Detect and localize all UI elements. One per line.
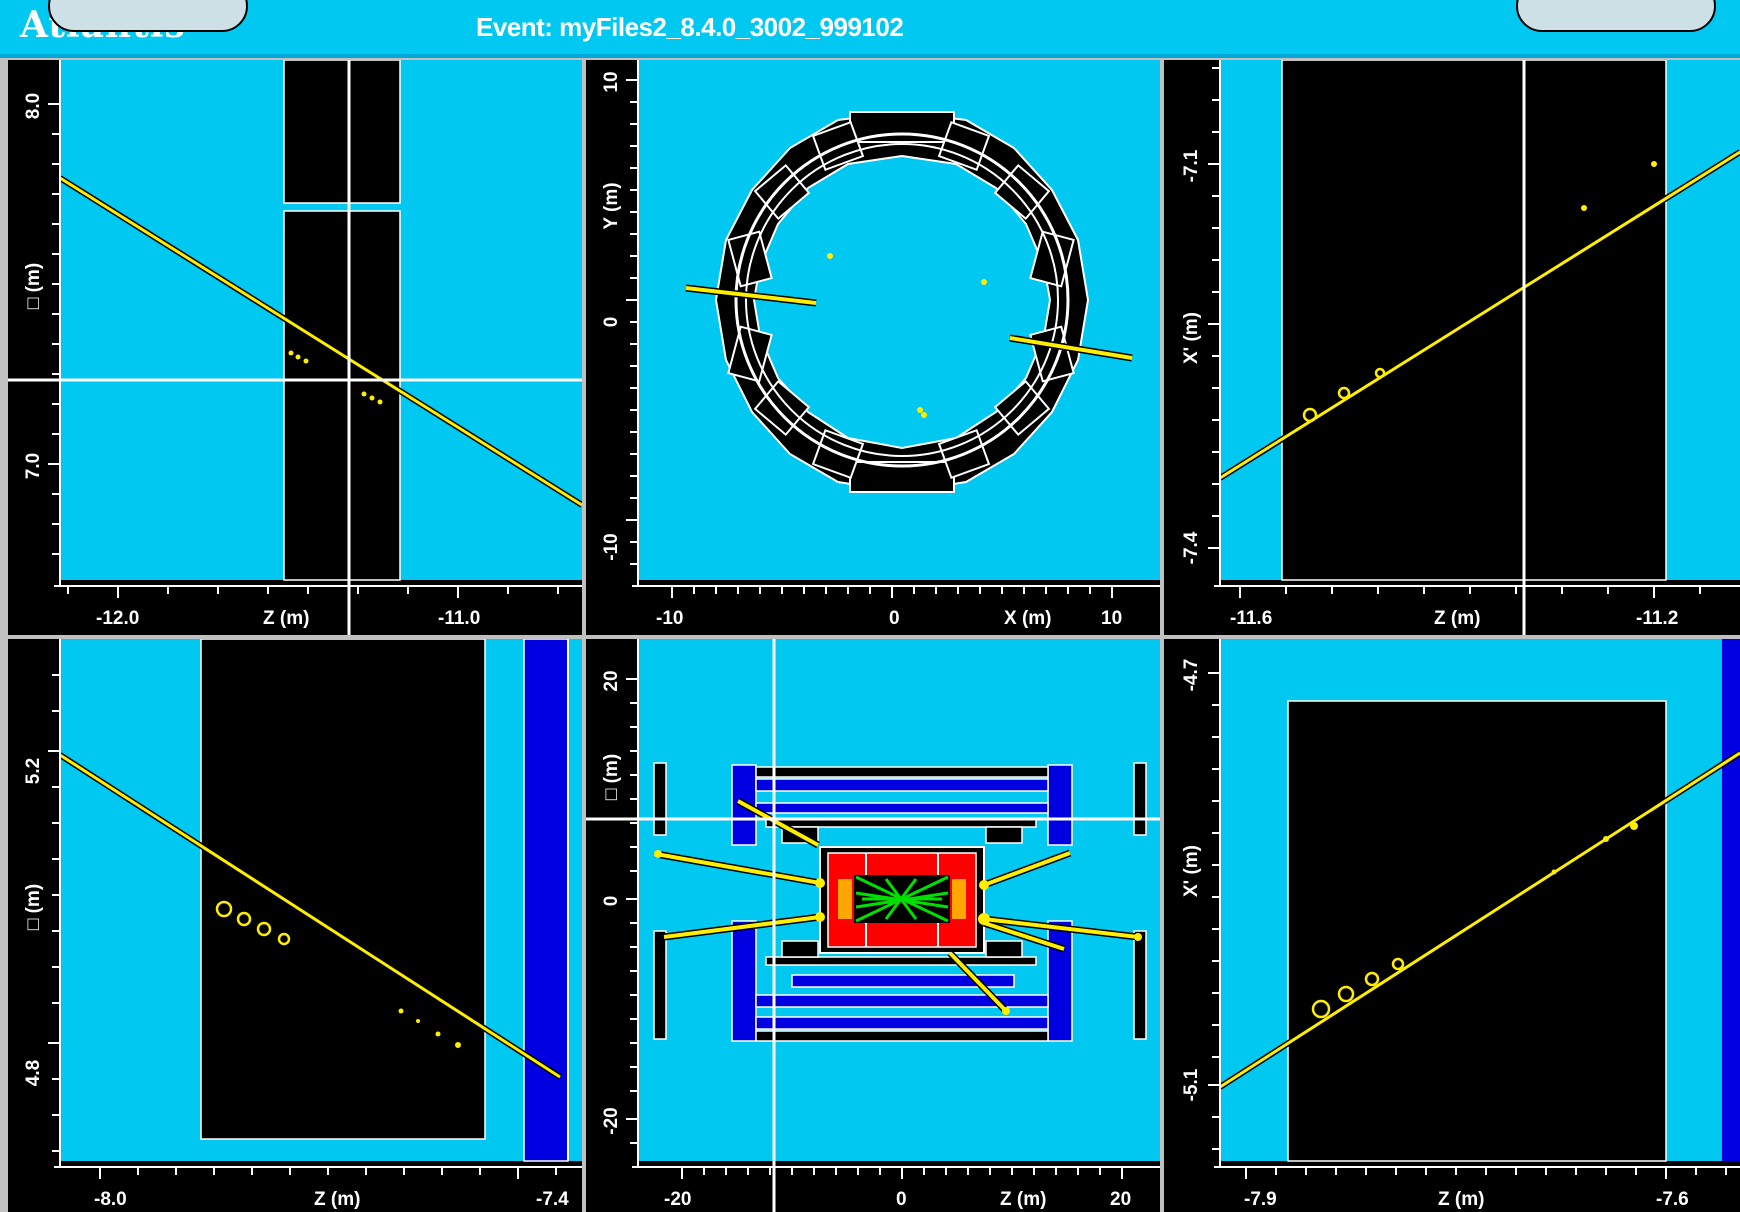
panel-bottom-right-canvas xyxy=(1208,639,1740,1179)
x-axis-label: Z (m) xyxy=(263,608,310,629)
panel-top-right-zoom[interactable]: -7.1 X' (m) -7.4 -11.6 Z (m) -11.2 xyxy=(1164,60,1740,635)
x-tick-label: -11.6 xyxy=(1230,608,1273,629)
panel-top-left-canvas xyxy=(8,60,582,635)
title-bar-divider xyxy=(0,54,1740,58)
x-tick-label: 20 xyxy=(1110,1189,1132,1210)
x-tick-label: -11.0 xyxy=(438,608,481,629)
panel-bottom-center-canvas xyxy=(586,639,1160,1212)
panel-bottom-left-zoom[interactable]: 5.2 □ (m) 4.8 -8.0 Z (m) -7.4 xyxy=(8,639,582,1212)
x-tick-label: -7.9 xyxy=(1244,1189,1277,1210)
x-tick-label: -7.6 xyxy=(1656,1189,1689,1210)
panel-top-center-xy[interactable]: 10 Y (m) 0 -10 -10 0 X (m) 10 xyxy=(586,60,1160,635)
x-tick-label: -10 xyxy=(656,608,684,629)
title-bar: Atlantis Event: myFiles2_8.4.0_3002_9991… xyxy=(0,0,1740,58)
x-tick-label: 10 xyxy=(1101,608,1123,629)
x-axis-label: Z (m) xyxy=(1000,1189,1047,1210)
left-window-tab[interactable] xyxy=(48,0,248,32)
right-window-tab[interactable] xyxy=(1516,0,1716,32)
x-tick-label: -11.2 xyxy=(1636,608,1679,629)
x-tick-label: 0 xyxy=(896,1189,907,1210)
x-tick-label: -20 xyxy=(664,1189,692,1210)
panel-bottom-left-canvas xyxy=(48,639,582,1179)
panel-bottom-center-rz[interactable]: 20 □ (m) 0 -20 -20 0 Z (m) 20 xyxy=(586,639,1160,1212)
panel-top-left-zoom[interactable]: 8.0 7.0 □ (m) -12.0 Z (m) -11.0 xyxy=(8,60,582,635)
panel-top-center-canvas xyxy=(626,60,1160,598)
x-tick-label: -12.0 xyxy=(96,608,140,629)
x-axis-label: Z (m) xyxy=(314,1189,361,1210)
x-axis-label: X (m) xyxy=(1004,608,1052,629)
x-axis-label: Z (m) xyxy=(1434,608,1481,629)
event-label: Event: myFiles2_8.4.0_3002_999102 xyxy=(476,12,904,42)
panel-top-right-canvas xyxy=(1208,60,1740,635)
x-tick-label: -8.0 xyxy=(94,1189,127,1210)
x-tick-label: 0 xyxy=(889,608,900,629)
x-tick-label: -7.4 xyxy=(536,1189,569,1210)
panel-bottom-right-zoom[interactable]: -4.7 X' (m) -5.1 -7.9 Z (m) -7.6 xyxy=(1164,639,1740,1212)
x-axis-label: Z (m) xyxy=(1438,1189,1485,1210)
